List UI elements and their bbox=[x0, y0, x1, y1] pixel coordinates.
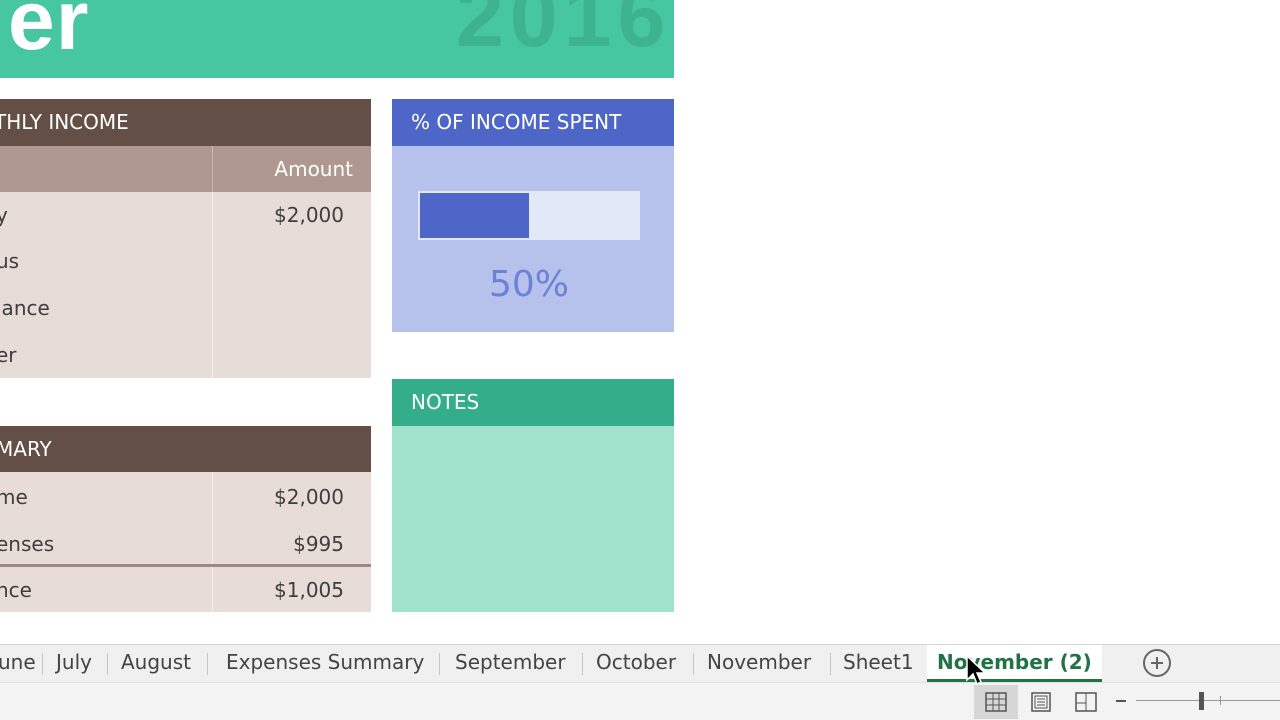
sheet-tab-august[interactable]: August bbox=[121, 645, 191, 681]
monthly-income-title: THLY INCOME bbox=[0, 110, 129, 134]
percent-spent-value: 50% bbox=[488, 264, 569, 305]
status-bar bbox=[0, 682, 1280, 720]
summary-title: MARY bbox=[0, 437, 52, 461]
summary-row[interactable]: me $2,000 bbox=[0, 474, 371, 520]
percent-spent-header[interactable]: % OF INCOME SPENT bbox=[392, 99, 674, 146]
grid-icon bbox=[985, 692, 1007, 712]
page-icon bbox=[1031, 692, 1051, 712]
zoom-slider-thumb[interactable] bbox=[1199, 692, 1204, 710]
sheet-tab-july[interactable]: July bbox=[56, 645, 92, 681]
income-column-headers[interactable]: Amount bbox=[0, 146, 371, 192]
sheet-tab-september[interactable]: September bbox=[455, 645, 566, 681]
sheet-tab-november[interactable]: November bbox=[707, 645, 811, 681]
summary-header[interactable]: MARY bbox=[0, 426, 371, 472]
summary-table-body: me $2,000 enses $995 nce $1,005 bbox=[0, 472, 371, 612]
income-row[interactable]: lance bbox=[0, 285, 371, 331]
notes-area[interactable] bbox=[392, 426, 674, 612]
income-row-label[interactable]: us bbox=[0, 238, 19, 284]
tab-separator bbox=[693, 653, 694, 675]
sheet-tab-june[interactable]: une bbox=[0, 645, 36, 681]
monthly-income-header[interactable]: THLY INCOME bbox=[0, 99, 371, 146]
page-break-icon bbox=[1075, 692, 1097, 712]
banner-title: er bbox=[8, 0, 90, 67]
summary-row-label[interactable]: enses bbox=[0, 521, 54, 567]
notes-header[interactable]: NOTES bbox=[392, 379, 674, 426]
summary-row-amount[interactable]: $995 bbox=[293, 521, 344, 567]
normal-view-button[interactable] bbox=[974, 685, 1018, 719]
summary-row-amount[interactable]: $1,005 bbox=[274, 567, 344, 613]
income-row-amount[interactable]: $2,000 bbox=[274, 192, 344, 238]
tab-separator bbox=[582, 653, 583, 675]
page-break-view-button[interactable] bbox=[1064, 685, 1108, 719]
title-banner: er 2016 bbox=[0, 0, 674, 78]
income-row-label[interactable]: lance bbox=[0, 285, 50, 331]
tab-separator bbox=[107, 653, 108, 675]
zoom-slider-track[interactable] bbox=[1136, 700, 1280, 701]
sheet-tab-sheet1[interactable]: Sheet1 bbox=[843, 645, 914, 681]
income-amount-column-header[interactable]: Amount bbox=[274, 146, 353, 193]
sheet-tab-october[interactable]: October bbox=[596, 645, 676, 681]
percent-spent-bar-fill bbox=[420, 193, 529, 238]
spreadsheet-canvas: er 2016 THLY INCOME Amount y $2,000 us l… bbox=[0, 0, 1280, 720]
income-row[interactable]: y $2,000 bbox=[0, 192, 371, 238]
income-table-body: y $2,000 us lance er bbox=[0, 192, 371, 378]
income-row[interactable]: us bbox=[0, 238, 371, 284]
summary-row[interactable]: nce $1,005 bbox=[0, 567, 371, 613]
zoom-out-button[interactable] bbox=[1116, 700, 1126, 702]
tab-separator bbox=[830, 653, 831, 675]
sheet-tab-bar: une July August Expenses Summary Septemb… bbox=[0, 644, 1280, 682]
summary-row-label[interactable]: me bbox=[0, 474, 28, 520]
income-row-label[interactable]: er bbox=[0, 332, 17, 378]
income-item-column-header[interactable] bbox=[0, 146, 213, 192]
tab-separator bbox=[439, 653, 440, 675]
income-row[interactable]: er bbox=[0, 332, 371, 378]
banner-year: 2016 bbox=[456, 0, 672, 65]
income-row-label[interactable]: y bbox=[0, 192, 8, 238]
sheet-tab-expenses-summary[interactable]: Expenses Summary bbox=[226, 645, 424, 681]
page-layout-view-button[interactable] bbox=[1019, 685, 1063, 719]
sheet-tab-november-2[interactable]: November (2) bbox=[927, 645, 1102, 682]
percent-spent-panel[interactable]: 50% bbox=[392, 146, 674, 332]
mouse-cursor-icon bbox=[966, 655, 987, 686]
tab-separator bbox=[207, 653, 208, 675]
zoom-slider-tick bbox=[1220, 696, 1221, 705]
tab-separator bbox=[42, 653, 43, 675]
plus-circle-icon[interactable] bbox=[1143, 649, 1171, 677]
summary-row[interactable]: enses $995 bbox=[0, 521, 371, 567]
summary-row-amount[interactable]: $2,000 bbox=[274, 474, 344, 520]
percent-spent-bar-track bbox=[418, 191, 640, 240]
summary-row-label[interactable]: nce bbox=[0, 567, 32, 613]
